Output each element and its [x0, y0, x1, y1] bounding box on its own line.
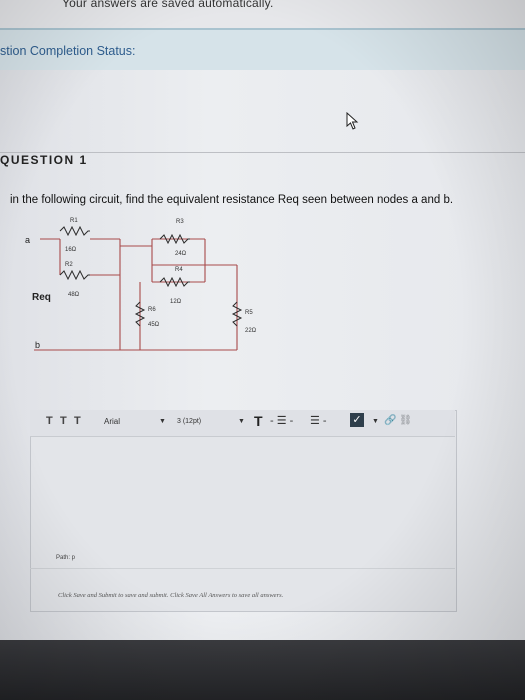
r5-name: R5	[245, 310, 253, 316]
spellcheck-icon[interactable]: ✓	[350, 413, 364, 427]
ordered-list-icon[interactable]: ☰ -	[310, 414, 327, 427]
font-size-select[interactable]: 3 (12pt)	[177, 418, 201, 425]
browser-screen: Your answers are saved automatically. st…	[0, 0, 525, 700]
save-hint: Click Save and Submit to save and submit…	[58, 592, 284, 599]
underline-button[interactable]: T	[74, 415, 81, 427]
link-icon[interactable]: 🔗 ⛓	[384, 415, 412, 426]
r1-name: R1	[70, 218, 78, 224]
r3-value: 24Ω	[175, 251, 187, 257]
r6-value: 45Ω	[148, 322, 160, 328]
r3-name: R3	[176, 219, 184, 225]
chevron-down-icon[interactable]: ▼	[372, 418, 379, 425]
mouse-cursor-icon	[346, 112, 359, 130]
editor-path-label: Path: p	[56, 555, 76, 561]
question-prompt: in the following circuit, find the equiv…	[10, 194, 454, 206]
node-b-label: b	[35, 340, 40, 350]
node-a-label: a	[25, 235, 30, 245]
r2-zigzag	[59, 269, 90, 281]
r5-value: 22Ω	[245, 328, 257, 334]
answer-editor[interactable]	[30, 410, 457, 612]
r1-zigzag	[59, 225, 90, 237]
r4-name: R4	[175, 267, 183, 273]
font-family-select[interactable]: Arial	[104, 417, 120, 426]
r2-name: R2	[65, 262, 73, 268]
unordered-list-icon[interactable]: - ☰ -	[270, 414, 293, 427]
chevron-down-icon[interactable]: ▼	[159, 418, 166, 425]
italic-button[interactable]: T	[60, 415, 67, 427]
chevron-down-icon[interactable]: ▼	[238, 418, 245, 425]
r2-value: 48Ω	[68, 292, 80, 298]
circuit-diagram: a b Req R1 16Ω R2 48Ω R3 24Ω R4 12Ω R5 2…	[25, 218, 257, 351]
monitor-bezel	[0, 640, 525, 700]
r1-value: 16Ω	[65, 247, 77, 253]
completion-status-label: stion Completion Status:	[0, 44, 136, 58]
editor-path-divider	[30, 568, 455, 569]
bold-button[interactable]: T	[46, 415, 53, 427]
req-label: Req	[32, 292, 51, 303]
text-color-button[interactable]: T	[254, 413, 263, 429]
question-title: QUESTION 1	[0, 153, 88, 167]
r4-value: 12Ω	[170, 299, 182, 305]
r6-name: R6	[148, 307, 156, 313]
autosave-note: Your answers are saved automatically.	[62, 0, 274, 10]
